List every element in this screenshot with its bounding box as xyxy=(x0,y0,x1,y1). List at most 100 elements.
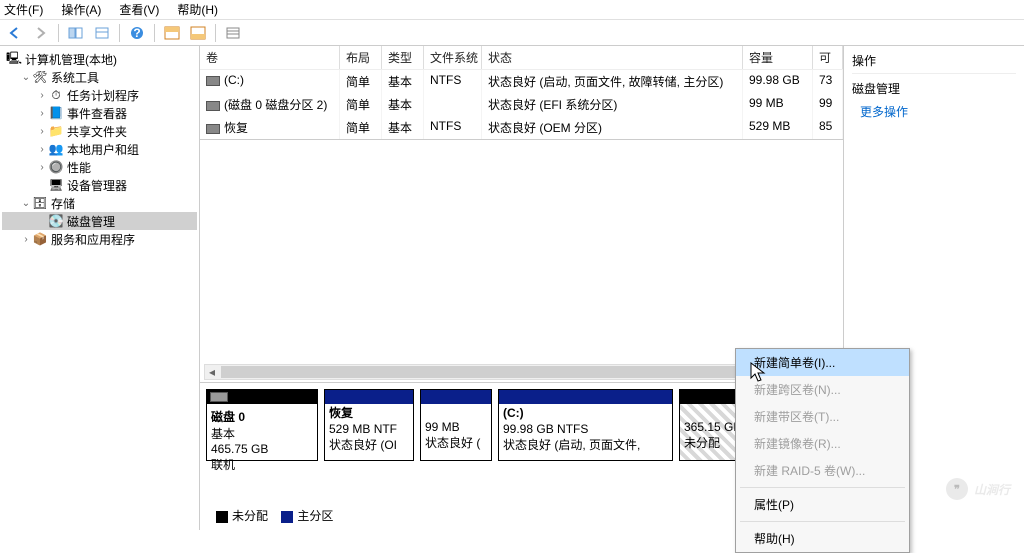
tree-event-viewer[interactable]: ›📘事件查看器 xyxy=(2,104,197,122)
layout-top-icon[interactable] xyxy=(161,22,183,44)
partition-line: 未分配 xyxy=(684,436,720,450)
forward-button[interactable] xyxy=(30,22,52,44)
expand-icon[interactable]: › xyxy=(36,162,48,173)
menu-new-spanned-volume: 新建跨区卷(N)... xyxy=(736,376,909,403)
wechat-icon: ❞ xyxy=(946,478,968,500)
cell: 99 MB xyxy=(743,93,813,116)
volume-row[interactable]: (磁盘 0 磁盘分区 2) 简单 基本 状态良好 (EFI 系统分区) 99 M… xyxy=(200,93,843,116)
cell: 状态良好 (EFI 系统分区) xyxy=(482,93,743,116)
tree-task-scheduler[interactable]: ›⏱任务计划程序 xyxy=(2,86,197,104)
partition-c[interactable]: (C:)99.98 GB NTFS状态良好 (启动, 页面文件, xyxy=(498,389,673,461)
legend-swatch-unallocated xyxy=(216,511,228,523)
menu-new-mirrored-volume: 新建镜像卷(R)... xyxy=(736,430,909,457)
partition-recovery[interactable]: 恢复529 MB NTF状态良好 (OI xyxy=(324,389,414,461)
event-icon: 📘 xyxy=(48,105,64,121)
scrollbar-thumb[interactable] xyxy=(221,366,822,378)
tree-services-apps[interactable]: ›📦服务和应用程序 xyxy=(2,230,197,248)
volume-list[interactable]: 卷 布局 类型 文件系统 状态 容量 可 (C:) 简单 基本 NTFS 状态良… xyxy=(200,46,843,140)
partition-line: 365.15 GB xyxy=(684,420,741,434)
menu-file[interactable]: 文件(F) xyxy=(4,1,43,18)
cell: 基本 xyxy=(382,116,424,139)
volume-icon xyxy=(206,124,220,134)
separator xyxy=(58,24,59,42)
actions-title: 操作 xyxy=(852,52,1016,74)
legend-swatch-primary xyxy=(281,511,293,523)
more-actions-link[interactable]: 更多操作 xyxy=(860,103,1016,120)
nav-tree[interactable]: 🖳计算机管理(本地) ⌄🛠系统工具 ›⏱任务计划程序 ›📘事件查看器 ›📁共享文… xyxy=(0,46,200,530)
menu-help[interactable]: 帮助(H) xyxy=(177,1,218,18)
cell: 73 xyxy=(813,70,843,93)
cell: NTFS xyxy=(424,116,482,139)
cell: 99.98 GB xyxy=(743,70,813,93)
tree-performance[interactable]: ›🔘性能 xyxy=(2,158,197,176)
menu-separator xyxy=(740,521,905,522)
tree-device-manager[interactable]: 🖥设备管理器 xyxy=(2,176,197,194)
back-button[interactable] xyxy=(4,22,26,44)
menu-view[interactable]: 查看(V) xyxy=(119,1,159,18)
tree-storage[interactable]: ⌄🗄存储 xyxy=(2,194,197,212)
col-layout[interactable]: 布局 xyxy=(340,46,382,69)
device-icon: 🖥 xyxy=(48,177,64,193)
tree-system-tools[interactable]: ⌄🛠系统工具 xyxy=(2,68,197,86)
menu-properties[interactable]: 属性(P) xyxy=(736,491,909,518)
tree-local-users[interactable]: ›👥本地用户和组 xyxy=(2,140,197,158)
tree-label: 存储 xyxy=(51,195,75,212)
clock-icon: ⏱ xyxy=(48,87,64,103)
partition-title: (C:) xyxy=(503,406,524,420)
tree-shared-folders[interactable]: ›📁共享文件夹 xyxy=(2,122,197,140)
computer-icon: 🖳 xyxy=(6,51,22,67)
volume-row[interactable]: 恢复 简单 基本 NTFS 状态良好 (OEM 分区) 529 MB 85 xyxy=(200,116,843,139)
collapse-icon[interactable]: ⌄ xyxy=(20,198,32,209)
expand-icon[interactable]: › xyxy=(20,234,32,245)
cell: 基本 xyxy=(382,70,424,93)
actions-group[interactable]: 磁盘管理 xyxy=(852,80,1016,97)
view-icon[interactable] xyxy=(91,22,113,44)
partition-line: 状态良好 ( xyxy=(425,436,480,450)
menu-action[interactable]: 操作(A) xyxy=(61,1,101,18)
watermark-text: 山涧行 xyxy=(974,481,1010,498)
cell: (磁盘 0 磁盘分区 2) xyxy=(224,98,327,112)
svg-text:?: ? xyxy=(133,26,140,40)
col-filesystem[interactable]: 文件系统 xyxy=(424,46,482,69)
expand-icon[interactable]: › xyxy=(36,90,48,101)
collapse-icon[interactable]: ⌄ xyxy=(20,72,32,83)
help-icon[interactable]: ? xyxy=(126,22,148,44)
expand-icon[interactable]: › xyxy=(36,144,48,155)
col-status[interactable]: 状态 xyxy=(482,46,743,69)
disk-info[interactable]: 磁盘 0 基本 465.75 GB 联机 xyxy=(206,389,318,461)
menu-new-raid5-volume: 新建 RAID-5 卷(W)... xyxy=(736,457,909,484)
cell: (C:) xyxy=(224,73,244,87)
col-volume[interactable]: 卷 xyxy=(200,46,340,69)
tree-root[interactable]: 🖳计算机管理(本地) xyxy=(2,50,197,68)
col-type[interactable]: 类型 xyxy=(382,46,424,69)
toolbar: ? xyxy=(0,20,1024,46)
storage-icon: 🗄 xyxy=(32,195,48,211)
col-available[interactable]: 可 xyxy=(813,46,843,69)
menu-new-simple-volume[interactable]: 新建简单卷(I)... xyxy=(736,349,909,376)
cell: 基本 xyxy=(382,93,424,116)
users-icon: 👥 xyxy=(48,141,64,157)
menu-separator xyxy=(740,487,905,488)
disk-icon xyxy=(210,392,228,402)
tree-disk-management[interactable]: 💽磁盘管理 xyxy=(2,212,197,230)
menu-help[interactable]: 帮助(H) xyxy=(736,525,909,552)
tree-label: 设备管理器 xyxy=(67,177,127,194)
layout-bottom-icon[interactable] xyxy=(187,22,209,44)
partition-title: 恢复 xyxy=(329,406,353,420)
disk-size: 465.75 GB xyxy=(211,442,268,456)
menu-new-striped-volume: 新建带区卷(T)... xyxy=(736,403,909,430)
expand-icon[interactable]: › xyxy=(36,108,48,119)
cell: 状态良好 (启动, 页面文件, 故障转储, 主分区) xyxy=(482,70,743,93)
volume-row[interactable]: (C:) 简单 基本 NTFS 状态良好 (启动, 页面文件, 故障转储, 主分… xyxy=(200,70,843,93)
col-capacity[interactable]: 容量 xyxy=(743,46,813,69)
cell: 简单 xyxy=(340,93,382,116)
tree-label: 性能 xyxy=(67,159,91,176)
partition-efi[interactable]: 99 MB状态良好 ( xyxy=(420,389,492,461)
separator xyxy=(119,24,120,42)
volume-list-header: 卷 布局 类型 文件系统 状态 容量 可 xyxy=(200,46,843,70)
expand-icon[interactable]: › xyxy=(36,126,48,137)
settings-icon[interactable] xyxy=(222,22,244,44)
cell: 简单 xyxy=(340,70,382,93)
show-hide-icon[interactable] xyxy=(65,22,87,44)
scroll-left-icon[interactable]: ◂ xyxy=(205,365,219,379)
